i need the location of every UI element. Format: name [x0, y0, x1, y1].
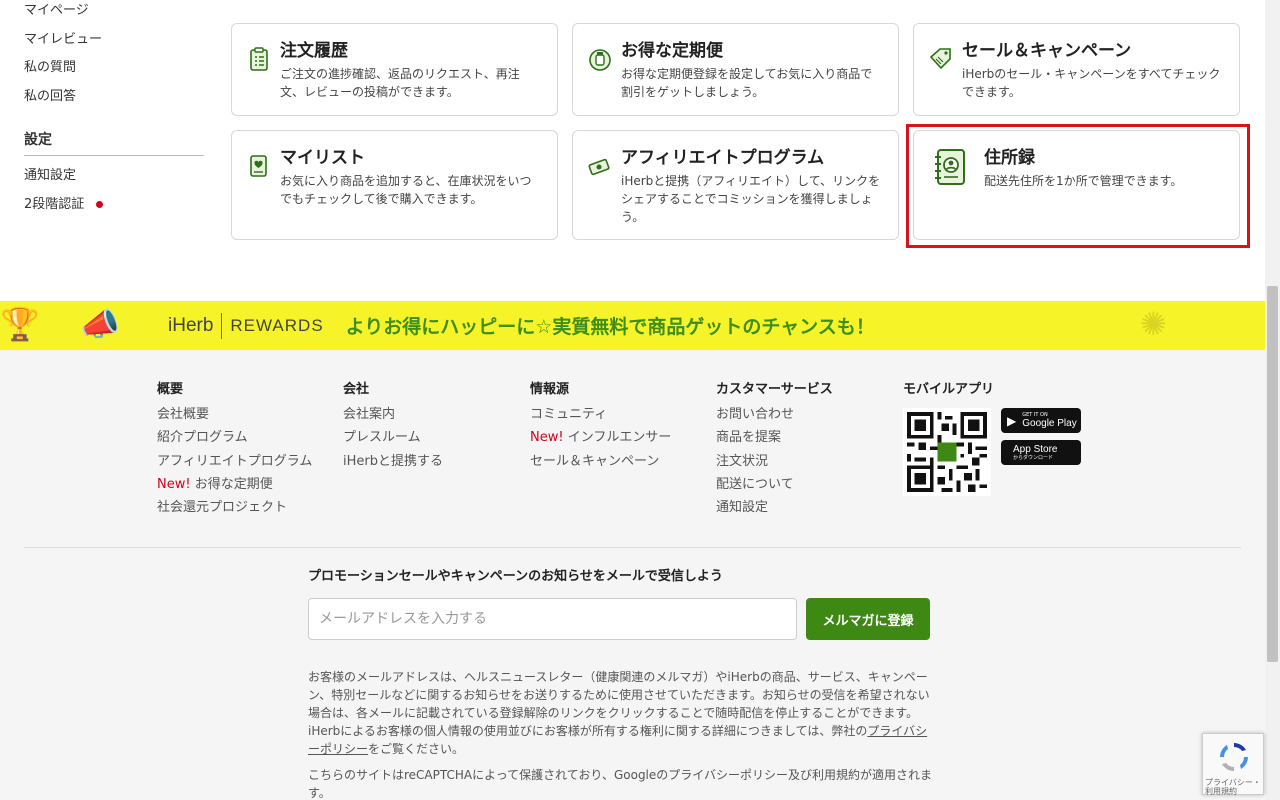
- rewards-banner-text: よりお得にハッピーに☆実質無料で商品ゲットのチャンスも！: [345, 316, 875, 338]
- rewards-label: REWARDS: [230, 315, 324, 335]
- sidebar-two-factor-label: 2段階認証: [24, 196, 85, 212]
- recaptcha-icon: [1220, 743, 1248, 771]
- card-description: お得な定期便登録を設定してお気に入り商品で割引をゲットしましょう。: [621, 67, 873, 99]
- footer-column-about: 概要 会社概要 紹介プログラム アフィリエイトプログラム New! お得な定期便…: [157, 378, 312, 519]
- footer-link-about-us[interactable]: 会社案内: [343, 403, 443, 426]
- card-autoship[interactable]: お得な定期便 お得な定期便登録を設定してお気に入り商品で割引をゲットしましょう。: [572, 23, 899, 116]
- subscription-bottle-icon: [589, 49, 611, 71]
- rewards-logo: iHerb REWARDS: [168, 312, 324, 339]
- newsletter-heading: プロモーションセールやキャンペーンのお知らせをメールで受信しよう: [308, 569, 723, 584]
- site-footer: 概要 会社概要 紹介プログラム アフィリエイトプログラム New! お得な定期便…: [0, 350, 1265, 800]
- card-sales-campaigns[interactable]: セール＆キャンペーン iHerbのセール・キャンペーンをすべてチェックできます。: [913, 23, 1240, 116]
- logo-divider: [221, 312, 223, 339]
- card-description: ご注文の進捗確認、返品のリクエスト、再注文、レビューの投稿ができます。: [280, 67, 520, 99]
- newsletter-subscribe-button[interactable]: メルマガに登録: [806, 598, 930, 640]
- card-affiliate[interactable]: アフィリエイトプログラム iHerbと提携（アフィリエイト）して、リンクをシェア…: [572, 130, 899, 240]
- card-title: セール＆キャンペーン: [962, 41, 1132, 61]
- card-title: お得な定期便: [621, 41, 723, 61]
- footer-link-community[interactable]: コミュニティ: [530, 403, 671, 426]
- rewards-banner[interactable]: 🏆 📣 ✺ iHerb REWARDS よりお得にハッピーに☆実質無料で商品ゲッ…: [0, 301, 1265, 350]
- megaphone-icon: 📣: [80, 305, 120, 343]
- card-title: マイリスト: [280, 148, 365, 168]
- footer-heading: 情報源: [530, 382, 570, 397]
- page-scrollbar[interactable]: [1265, 0, 1280, 800]
- scrollbar-thumb[interactable]: [1267, 286, 1278, 662]
- google-play-label: Google Play: [1022, 418, 1077, 429]
- sidebar-settings-heading: 設定: [24, 129, 204, 156]
- footer-link-autoship[interactable]: New! お得な定期便: [157, 473, 312, 496]
- footer-link-social-projects[interactable]: 社会還元プロジェクト: [157, 496, 312, 519]
- recaptcha-badge[interactable]: プライバシー・ 利用規約: [1202, 733, 1264, 796]
- card-title: アフィリエイトプログラム: [621, 148, 825, 168]
- account-sidebar: マイページ マイレビュー 私の質問 私の回答 設定 通知設定 2段階認証: [24, 0, 204, 219]
- card-description: iHerbと提携（アフィリエイト）して、リンクをシェアすることでコミッションを獲…: [621, 174, 881, 224]
- card-order-history[interactable]: 注文履歴 ご注文の進捗確認、返品のリクエスト、再注文、レビューの投稿ができます。: [231, 23, 558, 116]
- footer-column-company: 会社 会社案内 プレスルーム iHerbと提携する: [343, 378, 443, 473]
- newsletter-legal-text: お客様のメールアドレスは、ヘルスニュースレター（健康関連のメルマガ）やiHerb…: [308, 670, 930, 756]
- qr-code[interactable]: [903, 408, 991, 496]
- footer-column-resources: 情報源 コミュニティ New! インフルエンサー セール＆キャンペーン: [530, 378, 671, 473]
- trophy-icon: 🏆: [0, 305, 40, 343]
- new-badge: New!: [530, 430, 564, 446]
- sidebar-link-two-factor[interactable]: 2段階認証: [24, 191, 204, 220]
- recaptcha-notice: こちらのサイトはreCAPTCHAによって保護されており、Googleのプライバ…: [308, 768, 933, 800]
- card-description: お気に入り商品を追加すると、在庫状況をいつでもチェックして後で購入できます。: [280, 174, 532, 206]
- footer-heading: モバイルアプリ: [903, 382, 995, 397]
- card-title: 注文履歴: [280, 41, 348, 61]
- google-play-badge[interactable]: ▶ GET IT ON Google Play: [1001, 408, 1081, 433]
- footer-link-referral[interactable]: 紹介プログラム: [157, 426, 312, 449]
- footer-link-partner[interactable]: iHerbと提携する: [343, 450, 443, 473]
- app-store-label: App Store: [1013, 444, 1058, 455]
- footer-heading: 概要: [157, 382, 184, 397]
- footer-link-influencer[interactable]: New! インフルエンサー: [530, 426, 671, 449]
- footer-column-customer-service: カスタマーサービス お問い合わせ 商品を提案 注文状況 配送について 通知設定: [716, 378, 833, 519]
- footer-link-sales-campaigns[interactable]: セール＆キャンペーン: [530, 450, 671, 473]
- app-store-small: からダウンロード: [1013, 455, 1054, 461]
- alert-dot-icon: [96, 201, 104, 209]
- sidebar-link-my-questions[interactable]: 私の質問: [24, 54, 204, 83]
- footer-link-press-room[interactable]: プレスルーム: [343, 426, 443, 449]
- iherb-brand: iHerb: [168, 314, 214, 336]
- qr-code-icon: [907, 412, 987, 492]
- sidebar-link-mypage[interactable]: マイページ: [24, 0, 204, 26]
- footer-link-suggest-product[interactable]: 商品を提案: [716, 426, 833, 449]
- app-store-badge[interactable]: App Store からダウンロード: [1001, 440, 1081, 465]
- footer-link-notification-settings[interactable]: 通知設定: [716, 496, 833, 519]
- footer-link-order-status[interactable]: 注文状況: [716, 450, 833, 473]
- sale-tag-icon: [929, 48, 951, 70]
- footer-heading: カスタマーサービス: [716, 382, 833, 397]
- highlight-box: [906, 124, 1250, 248]
- google-play-icon: ▶: [1007, 413, 1017, 428]
- sidebar-link-my-reviews[interactable]: マイレビュー: [24, 26, 204, 55]
- card-description: iHerbのセール・キャンペーンをすべてチェックできます。: [962, 67, 1221, 99]
- footer-link-shipping[interactable]: 配送について: [716, 473, 833, 496]
- footer-link-company-overview[interactable]: 会社概要: [157, 403, 312, 426]
- footer-column-mobile-app: モバイルアプリ: [903, 378, 994, 403]
- footer-divider: [24, 547, 1241, 548]
- money-icon: [588, 158, 610, 176]
- clipboard-icon: [250, 47, 268, 71]
- footer-link-affiliate[interactable]: アフィリエイトプログラム: [157, 450, 312, 473]
- sidebar-link-my-answers[interactable]: 私の回答: [24, 83, 204, 112]
- heart-list-icon: [250, 155, 267, 177]
- recaptcha-links[interactable]: プライバシー・ 利用規約: [1205, 778, 1261, 796]
- card-my-list[interactable]: マイリスト お気に入り商品を追加すると、在庫状況をいつでもチェックして後で購入で…: [231, 130, 558, 240]
- footer-heading: 会社: [343, 382, 370, 397]
- sidebar-link-notification-settings[interactable]: 通知設定: [24, 162, 204, 191]
- new-badge: New!: [157, 476, 191, 492]
- footer-link-contact[interactable]: お問い合わせ: [716, 403, 833, 426]
- newsletter-email-input[interactable]: [308, 598, 797, 640]
- gift-icon: ✺: [1140, 305, 1167, 343]
